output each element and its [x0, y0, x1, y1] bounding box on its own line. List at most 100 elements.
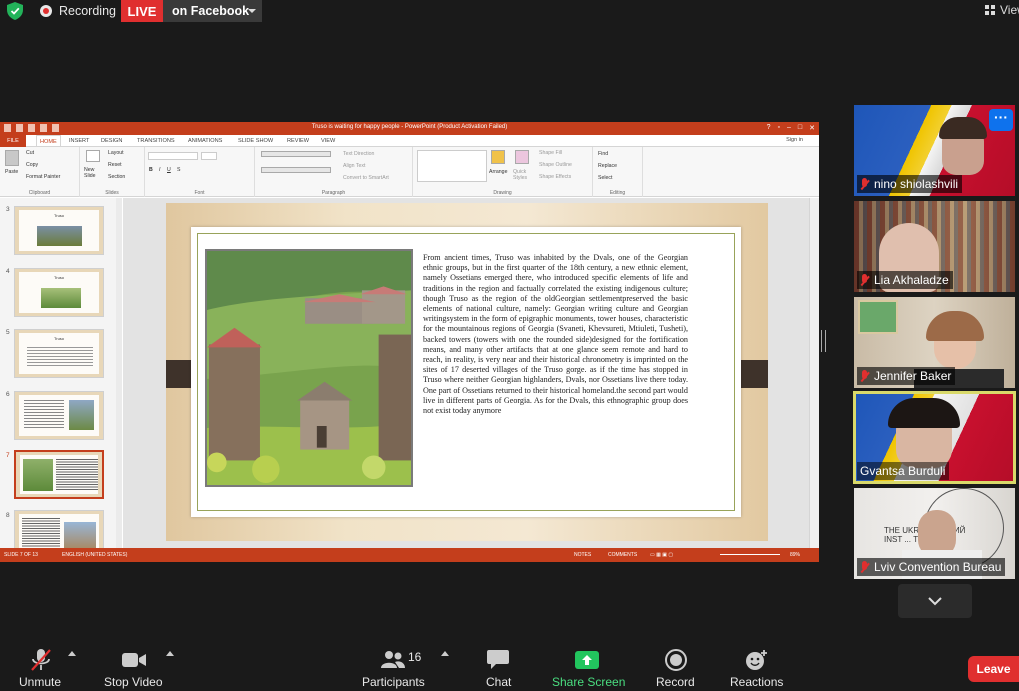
- slide-counter: SLIDE 7 OF 13: [4, 552, 38, 558]
- thumbnail-scrollbar[interactable]: [116, 198, 122, 548]
- reactions-button[interactable]: Reactions: [726, 640, 786, 691]
- tab-insert[interactable]: INSERT: [66, 135, 92, 147]
- font-size-select[interactable]: [201, 152, 217, 160]
- sign-in-link[interactable]: Sign in: [786, 137, 803, 143]
- slide-thumbnail-5[interactable]: Truso: [14, 329, 104, 378]
- video-tile-lia-akhaladze[interactable]: Lia Akhaladze: [854, 201, 1015, 292]
- font-name-select[interactable]: [148, 152, 198, 160]
- slide-thumbnail-3[interactable]: Truso: [14, 206, 104, 255]
- participants-button[interactable]: 16 Participants: [358, 640, 433, 691]
- shape-fill-button[interactable]: Shape Fill: [539, 150, 562, 156]
- shapes-gallery[interactable]: [417, 150, 487, 182]
- video-tile-lviv-convention-bureau[interactable]: THE UKR ... ІНСЬКИЙINST ... ТИТУТ Lviv C…: [854, 488, 1015, 579]
- tab-file[interactable]: FILE: [0, 135, 26, 147]
- recording-indicator[interactable]: Recording: [40, 3, 116, 19]
- unmute-label: Unmute: [19, 675, 62, 689]
- italic-button[interactable]: I: [159, 167, 160, 173]
- share-resize-handle[interactable]: [821, 330, 826, 352]
- cut-button[interactable]: Cut: [26, 150, 34, 156]
- help-icon[interactable]: ?: [767, 124, 771, 132]
- clipboard-group-label: Clipboard: [28, 190, 51, 196]
- slide-thumbnail-6[interactable]: [14, 391, 104, 440]
- video-tile-gvantsa-burduli-active-speaker[interactable]: Gvantsa Burduli: [853, 391, 1016, 484]
- slide-body-text[interactable]: From ancient times, Truso was inhabited …: [423, 253, 688, 416]
- participants-options-caret-icon[interactable]: [441, 651, 449, 656]
- convert-smartart-button[interactable]: Convert to SmartArt: [343, 175, 389, 181]
- video-tile-jennifer-baker[interactable]: Jennifer Baker: [854, 297, 1015, 388]
- text-direction-button[interactable]: Text Direction: [343, 151, 374, 157]
- slide-thumbnail-4[interactable]: Truso: [14, 268, 104, 317]
- video-camera-icon: [122, 653, 146, 667]
- encryption-shield-icon[interactable]: [7, 2, 23, 20]
- more-options-button[interactable]: ···: [989, 109, 1013, 131]
- slide-thumbnail-8[interactable]: [14, 510, 104, 548]
- replace-button[interactable]: Replace: [598, 163, 617, 169]
- participant-hair: [939, 117, 987, 139]
- paste-label[interactable]: Paste: [5, 169, 18, 175]
- copy-button[interactable]: Copy: [26, 162, 38, 168]
- view-normal-icon[interactable]: ▭ ▦ ▣ ▢: [650, 552, 673, 558]
- reset-button[interactable]: Reset: [108, 162, 122, 168]
- tab-review[interactable]: REVIEW: [284, 135, 312, 147]
- record-button[interactable]: Record: [652, 640, 700, 691]
- new-slide-icon[interactable]: [86, 150, 100, 162]
- close-icon[interactable]: ✕: [809, 124, 815, 132]
- chat-button[interactable]: Chat: [478, 640, 518, 691]
- tab-animations[interactable]: ANIMATIONS: [185, 135, 225, 147]
- arrange-icon[interactable]: [491, 150, 505, 164]
- thumbnail-image: [69, 400, 94, 430]
- arrange-button[interactable]: Arrange: [489, 169, 507, 175]
- maximize-icon[interactable]: □: [798, 124, 802, 132]
- tab-design[interactable]: DESIGN: [98, 135, 125, 147]
- stream-target-dropdown[interactable]: on Facebook: [163, 0, 262, 22]
- scroll-participants-down-button[interactable]: [898, 584, 972, 618]
- quick-styles-button[interactable]: Quick Styles: [513, 169, 533, 181]
- slide-vertical-scrollbar[interactable]: [809, 198, 819, 548]
- slide-thumbnail-7-selected[interactable]: [14, 450, 104, 499]
- comments-button[interactable]: COMMENTS: [608, 552, 637, 558]
- format-painter-button[interactable]: Format Painter: [26, 174, 60, 180]
- ribbon-tabs: FILE HOME INSERT DESIGN TRANSITIONS ANIM…: [0, 135, 819, 148]
- record-icon: [665, 649, 687, 671]
- zoom-slider[interactable]: [720, 554, 780, 555]
- ribbon-options-icon[interactable]: ▫: [778, 124, 780, 132]
- tab-transitions[interactable]: TRANSITIONS: [134, 135, 178, 147]
- new-slide-label[interactable]: New Slide: [84, 167, 104, 179]
- record-label: Record: [656, 675, 695, 689]
- leave-meeting-button[interactable]: Leave: [968, 656, 1019, 682]
- stop-video-button[interactable]: Stop Video: [100, 640, 168, 691]
- video-options-caret-icon[interactable]: [166, 651, 174, 656]
- minimize-icon[interactable]: –: [787, 124, 791, 132]
- audio-options-caret-icon[interactable]: [68, 651, 76, 656]
- share-screen-button[interactable]: Share Screen: [549, 640, 625, 691]
- align-text-button[interactable]: Align Text: [343, 163, 365, 169]
- ppt-window-title: Truso is waiting for happy people - Powe…: [311, 124, 508, 130]
- bold-button[interactable]: B: [149, 167, 153, 173]
- thumbnail-title: Truso: [53, 213, 65, 218]
- window-controls: ? ▫ – □ ✕: [767, 124, 815, 132]
- tab-slide-show[interactable]: SLIDE SHOW: [235, 135, 276, 147]
- chevron-down-icon: [928, 597, 942, 606]
- notes-button[interactable]: NOTES: [574, 552, 591, 558]
- find-button[interactable]: Find: [598, 151, 608, 157]
- shape-outline-button[interactable]: Shape Outline: [539, 162, 572, 168]
- font-group-label: Font: [194, 190, 205, 196]
- language-indicator[interactable]: ENGLISH (UNITED STATES): [62, 552, 127, 558]
- list-buttons[interactable]: [261, 151, 331, 157]
- muted-mic-icon: [860, 273, 870, 287]
- zoom-level[interactable]: 89%: [790, 552, 800, 558]
- underline-button[interactable]: U: [167, 167, 171, 173]
- select-button[interactable]: Select: [598, 175, 612, 181]
- layout-button[interactable]: Layout: [108, 150, 124, 156]
- align-buttons[interactable]: [261, 167, 331, 173]
- quick-styles-icon[interactable]: [515, 150, 529, 164]
- unmute-button[interactable]: Unmute: [14, 640, 68, 691]
- ppt-status-bar: SLIDE 7 OF 13 ENGLISH (UNITED STATES) NO…: [0, 548, 819, 562]
- tab-view[interactable]: VIEW: [318, 135, 338, 147]
- section-button[interactable]: Section: [108, 174, 125, 180]
- current-slide[interactable]: From ancient times, Truso was inhabited …: [166, 203, 768, 541]
- view-button[interactable]: View: [985, 2, 1019, 18]
- shape-effects-button[interactable]: Shape Effects: [539, 174, 571, 180]
- paste-icon[interactable]: [5, 150, 19, 166]
- shadow-button[interactable]: S: [177, 167, 180, 173]
